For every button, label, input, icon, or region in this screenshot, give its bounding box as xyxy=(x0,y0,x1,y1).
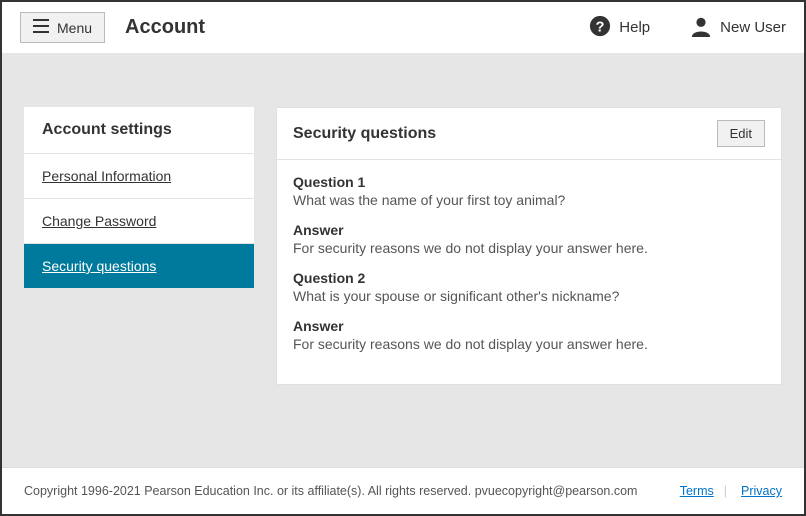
help-link[interactable]: ? Help xyxy=(589,15,650,41)
app-frame: Menu Account ? Help New User Account set… xyxy=(0,0,806,516)
question-label: Question 1 xyxy=(293,174,765,190)
help-label: Help xyxy=(619,19,650,36)
content-area: Account settings Personal Information Ch… xyxy=(2,53,804,467)
answer-text: For security reasons we do not display y… xyxy=(293,336,765,352)
answer-text: For security reasons we do not display y… xyxy=(293,240,765,256)
edit-button[interactable]: Edit xyxy=(717,120,765,147)
card-body: Question 1 What was the name of your fir… xyxy=(277,160,781,384)
hamburger-icon xyxy=(33,19,49,36)
security-questions-card: Security questions Edit Question 1 What … xyxy=(276,107,782,385)
svg-text:?: ? xyxy=(596,19,605,35)
footer: Copyright 1996-2021 Pearson Education In… xyxy=(2,467,804,514)
sidebar-item-change-password[interactable]: Change Password xyxy=(24,199,254,244)
card-title: Security questions xyxy=(293,125,436,143)
menu-button-label: Menu xyxy=(57,20,92,36)
menu-button[interactable]: Menu xyxy=(20,12,105,43)
footer-divider: | xyxy=(724,484,727,498)
question-text: What is your spouse or significant other… xyxy=(293,288,765,304)
question-block: Question 1 What was the name of your fir… xyxy=(293,174,765,208)
question-label: Question 2 xyxy=(293,270,765,286)
sidebar-item-personal-information[interactable]: Personal Information xyxy=(24,154,254,199)
user-menu[interactable]: New User xyxy=(690,15,786,41)
settings-sidebar: Account settings Personal Information Ch… xyxy=(24,107,254,288)
question-block: Question 2 What is your spouse or signif… xyxy=(293,270,765,304)
page-title: Account xyxy=(125,16,205,39)
answer-label: Answer xyxy=(293,318,765,334)
answer-block: Answer For security reasons we do not di… xyxy=(293,222,765,256)
card-header: Security questions Edit xyxy=(277,108,781,160)
answer-block: Answer For security reasons we do not di… xyxy=(293,318,765,352)
user-icon xyxy=(690,15,712,41)
copyright-text: Copyright 1996-2021 Pearson Education In… xyxy=(24,484,637,498)
topbar: Menu Account ? Help New User xyxy=(2,2,804,53)
sidebar-title: Account settings xyxy=(24,107,254,154)
help-icon: ? xyxy=(589,15,611,41)
answer-label: Answer xyxy=(293,222,765,238)
user-label: New User xyxy=(720,19,786,36)
sidebar-item-security-questions[interactable]: Security questions xyxy=(24,244,254,288)
privacy-link[interactable]: Privacy xyxy=(741,484,782,498)
question-text: What was the name of your first toy anim… xyxy=(293,192,765,208)
terms-link[interactable]: Terms xyxy=(680,484,714,498)
